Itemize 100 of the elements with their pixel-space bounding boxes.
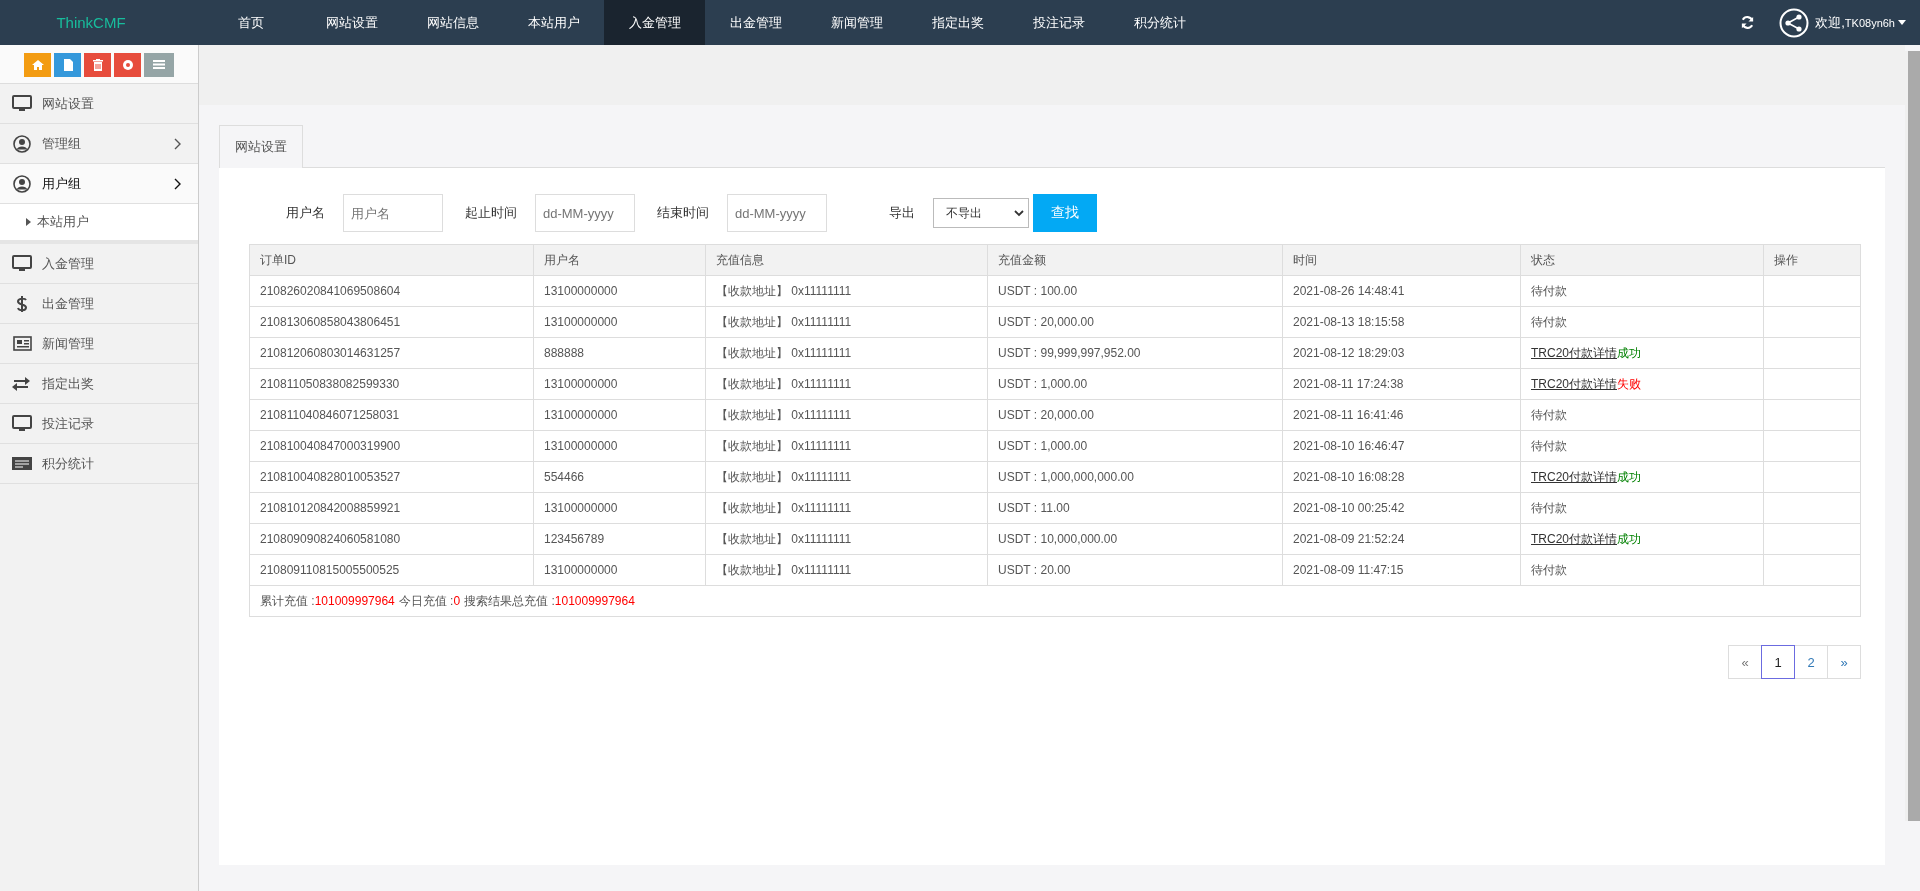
- table-cell: 13100000000: [534, 555, 706, 585]
- table-cell: USDT : 20,000.00: [988, 400, 1283, 430]
- payment-link[interactable]: TRC20付款详情: [1531, 530, 1617, 548]
- sidebar-label: 网站设置: [42, 94, 94, 113]
- user-icon: [12, 174, 32, 193]
- payment-link[interactable]: TRC20付款详情: [1531, 375, 1617, 393]
- payment-link[interactable]: TRC20付款详情: [1531, 468, 1617, 486]
- trash-button[interactable]: [84, 53, 111, 77]
- sidebar-label: 新闻管理: [42, 334, 94, 353]
- payment-link[interactable]: TRC20付款详情: [1531, 344, 1617, 362]
- table-cell: 2021-08-09 11:47:15: [1283, 555, 1521, 585]
- status-text: 待付款: [1531, 313, 1567, 331]
- refresh-icon[interactable]: [1740, 15, 1756, 30]
- sidebar-item[interactable]: 网站设置: [0, 84, 198, 124]
- table-cell: 210811040846071258031: [250, 400, 534, 430]
- monitor-icon: [12, 254, 32, 273]
- sidebar-item[interactable]: 投注记录: [0, 404, 198, 444]
- sidebar-item[interactable]: 出金管理: [0, 284, 198, 324]
- table-cell: 2021-08-12 18:29:03: [1283, 338, 1521, 368]
- input-field[interactable]: 用户名: [343, 194, 443, 232]
- chevron-down-icon: [1014, 209, 1024, 217]
- table-cell: 210813060858043806451: [250, 307, 534, 337]
- trash-icon: [91, 59, 104, 71]
- sidebar-label: 管理组: [42, 134, 81, 153]
- nav-item[interactable]: 入金管理: [604, 0, 705, 45]
- table-cell: 210809110815005500525: [250, 555, 534, 585]
- column-header: 时间: [1283, 245, 1521, 275]
- table-cell: 【收款地址】 0x11111111: [706, 338, 988, 368]
- input-field[interactable]: dd-MM-yyyy: [535, 194, 635, 232]
- table-cell: USDT : 20.00: [988, 555, 1283, 585]
- summary-label: 今日充值 :: [398, 592, 454, 610]
- home-button[interactable]: [24, 53, 51, 77]
- status-text: 待付款: [1531, 437, 1567, 455]
- column-header: 订单ID: [250, 245, 534, 275]
- column-header: 状态: [1521, 245, 1764, 275]
- table-cell: 210810040828010053527: [250, 462, 534, 492]
- user-icon: [12, 134, 32, 153]
- user-menu[interactable]: 欢迎,TK08yn6h: [1815, 13, 1906, 32]
- nav-item[interactable]: 投注记录: [1008, 0, 1109, 45]
- sidebar-item[interactable]: 用户组: [0, 164, 198, 204]
- table-cell: 2021-08-10 00:25:42: [1283, 493, 1521, 523]
- list-button[interactable]: [144, 53, 174, 77]
- field-label: 导出: [889, 204, 915, 222]
- status-text: 待付款: [1531, 406, 1567, 424]
- table-cell: USDT : 100.00: [988, 276, 1283, 306]
- table-cell: 【收款地址】 0x11111111: [706, 431, 988, 461]
- sidebar-item[interactable]: 入金管理: [0, 244, 198, 284]
- file-button[interactable]: [54, 53, 81, 77]
- table-cell: 2021-08-11 16:41:46: [1283, 400, 1521, 430]
- nav-item[interactable]: 出金管理: [705, 0, 806, 45]
- table-cell: 【收款地址】 0x11111111: [706, 555, 988, 585]
- table-cell: 【收款地址】 0x11111111: [706, 307, 988, 337]
- page-button[interactable]: »: [1827, 645, 1861, 679]
- caret-icon: [1898, 19, 1906, 26]
- share-icon[interactable]: [1779, 7, 1810, 38]
- page-button[interactable]: 1: [1761, 645, 1795, 679]
- page-button[interactable]: 2: [1794, 645, 1828, 679]
- table-cell: USDT : 20,000.00: [988, 307, 1283, 337]
- newspaper-icon: [12, 334, 32, 353]
- table-cell: 2021-08-10 16:08:28: [1283, 462, 1521, 492]
- sidebar-label: 投注记录: [42, 414, 94, 433]
- table-cell: 2021-08-09 21:52:24: [1283, 524, 1521, 554]
- table-cell: 210810120842008859921: [250, 493, 534, 523]
- tab[interactable]: 网站设置: [219, 125, 303, 168]
- column-header: 充值金额: [988, 245, 1283, 275]
- sidebar-label: 积分统计: [42, 454, 94, 473]
- table-cell: 888888: [534, 338, 706, 368]
- nav-item[interactable]: 新闻管理: [806, 0, 907, 45]
- sidebar-label: 指定出奖: [42, 374, 94, 393]
- scrollbar[interactable]: [1905, 51, 1920, 821]
- table-cell: USDT : 1,000.00: [988, 369, 1283, 399]
- nav-item[interactable]: 网站设置: [301, 0, 402, 45]
- column-header: 用户名: [534, 245, 706, 275]
- field-label: 起止时间: [465, 204, 517, 222]
- nav-item[interactable]: 首页: [200, 0, 301, 45]
- nav-item[interactable]: 网站信息: [402, 0, 503, 45]
- table-cell: 【收款地址】 0x11111111: [706, 524, 988, 554]
- nav-item[interactable]: 本站用户: [503, 0, 604, 45]
- caret-icon: [26, 218, 31, 226]
- table-cell: USDT : 10,000,000.00: [988, 524, 1283, 554]
- card-icon: [12, 454, 32, 473]
- logo[interactable]: ThinkCMF: [0, 14, 200, 31]
- page-button[interactable]: «: [1728, 645, 1762, 679]
- input-field[interactable]: dd-MM-yyyy: [727, 194, 827, 232]
- sidebar-item[interactable]: 指定出奖: [0, 364, 198, 404]
- sidebar-label: 入金管理: [42, 254, 94, 273]
- status-text: 待付款: [1531, 499, 1567, 517]
- status-text: 待付款: [1531, 561, 1567, 579]
- table-cell: 【收款地址】 0x11111111: [706, 369, 988, 399]
- table-cell: USDT : 99,999,997,952.00: [988, 338, 1283, 368]
- dropdown[interactable]: 不导出: [933, 198, 1029, 228]
- nav-item[interactable]: 指定出奖: [907, 0, 1008, 45]
- nav-item[interactable]: 积分统计: [1109, 0, 1210, 45]
- sidebar-item[interactable]: 积分统计: [0, 444, 198, 484]
- table-cell: 123456789: [534, 524, 706, 554]
- table-cell: 13100000000: [534, 493, 706, 523]
- sidebar-label: 用户组: [42, 174, 81, 193]
- sidebar-item[interactable]: 新闻管理: [0, 324, 198, 364]
- table-cell: 【收款地址】 0x11111111: [706, 276, 988, 306]
- recycle-button[interactable]: [114, 53, 141, 77]
